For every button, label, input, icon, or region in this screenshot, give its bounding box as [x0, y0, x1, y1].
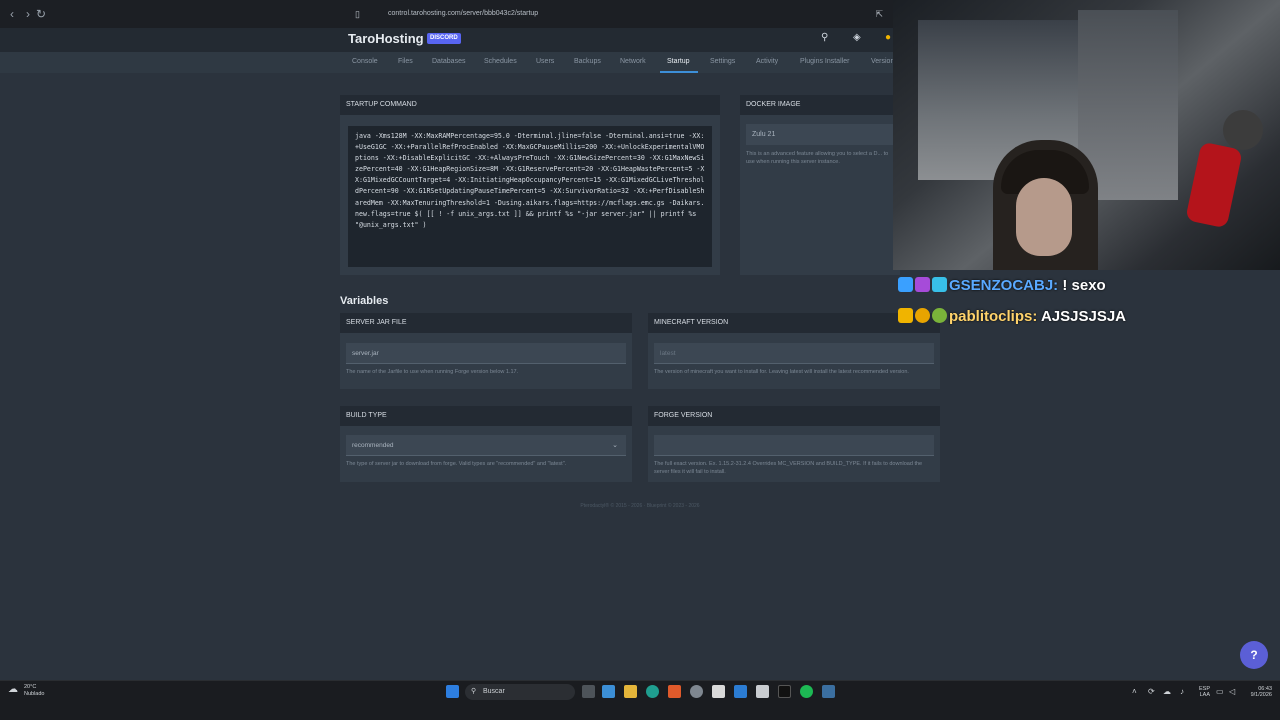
- brave-icon[interactable]: [668, 685, 681, 698]
- tab-files[interactable]: Files: [398, 58, 413, 65]
- tab-schedules[interactable]: Schedules: [484, 58, 517, 65]
- cloud-sync-icon[interactable]: ☁: [1163, 687, 1171, 696]
- avatar[interactable]: ●: [885, 32, 891, 43]
- bookmark-icon[interactable]: ▯: [355, 5, 360, 23]
- tab-console[interactable]: Console: [352, 58, 378, 65]
- server-jar-hint: The name of the Jarfile to use when runn…: [346, 369, 519, 375]
- tab-databases[interactable]: Databases: [432, 58, 465, 65]
- page-footer: Pterodactyl® © 2015 - 2026 · Blueprint ©…: [580, 503, 700, 509]
- edge-icon[interactable]: [646, 685, 659, 698]
- discord-link[interactable]: DISCORD: [427, 33, 461, 44]
- chat-message: GSENZOCABJ: ! sexo: [898, 276, 1106, 296]
- capcut-icon[interactable]: [778, 685, 791, 698]
- startup-command-text[interactable]: java -Xms128M -XX:MaxRAMPercentage=95.0 …: [348, 126, 712, 267]
- share-icon[interactable]: ⇱: [875, 5, 883, 23]
- minecraft-version-heading: MINECRAFT VERSION: [648, 313, 940, 333]
- chat-username: pablitoclips:: [949, 308, 1038, 325]
- crown-badge-icon: [898, 308, 913, 323]
- notepad-icon[interactable]: [756, 685, 769, 698]
- emote-badge-icon: [932, 308, 947, 323]
- clock-date: 9/1/2026: [1250, 692, 1272, 698]
- chat-text: AJSJSJSJA: [1040, 308, 1127, 325]
- file-explorer-icon[interactable]: [624, 685, 637, 698]
- mic-icon[interactable]: ♪: [1180, 687, 1184, 696]
- chevron-up-icon[interactable]: ˄: [1132, 687, 1137, 696]
- build-type-heading: BUILD TYPE: [340, 406, 632, 426]
- number-badge-icon: [915, 308, 930, 323]
- active-tab-indicator: [660, 71, 698, 73]
- cloud-icon: ☁: [8, 684, 18, 695]
- tab-activity[interactable]: Activity: [756, 58, 778, 65]
- minecraft-version-input[interactable]: latest: [654, 343, 934, 364]
- volume-icon[interactable]: ◁: [1229, 687, 1235, 696]
- language-sub: LAA: [1199, 692, 1210, 698]
- webcam-mic-stand: [1223, 110, 1263, 150]
- chevron-down-icon: ⌄: [612, 442, 618, 449]
- build-type-hint: The type of server jar to download from …: [346, 461, 567, 467]
- server-jar-input[interactable]: server.jar: [346, 343, 626, 364]
- chat-username: GSENZOCABJ:: [949, 277, 1059, 294]
- docker-image-heading: DOCKER IMAGE: [740, 95, 900, 115]
- forge-version-heading: FORGE VERSION: [648, 406, 940, 426]
- docker-image-select[interactable]: Zulu 21: [746, 124, 900, 145]
- docker-image-hint: This is an advanced feature allowing you…: [746, 151, 889, 165]
- chat-message: pablitoclips: AJSJSJSJA: [898, 307, 1126, 327]
- tab-settings[interactable]: Settings: [710, 58, 735, 65]
- docker-image-panel: DOCKER IMAGE: [740, 95, 900, 275]
- url-text: control.tarohosting.com/server/bbb043c2/…: [388, 10, 539, 17]
- reload-icon[interactable]: ↻: [33, 6, 49, 22]
- startup-command-heading: STARTUP COMMAND: [340, 95, 720, 115]
- widgets-icon[interactable]: [602, 685, 615, 698]
- task-view-icon[interactable]: [582, 685, 595, 698]
- sync-icon[interactable]: ⟳: [1148, 687, 1155, 696]
- tab-backups[interactable]: Backups: [574, 58, 601, 65]
- weather-widget[interactable]: ☁ 20°C Nublado: [8, 684, 45, 698]
- chat-text: ! sexo: [1062, 277, 1106, 294]
- brand-logo[interactable]: TaroHosting: [348, 31, 424, 46]
- tab-plugins-installer[interactable]: Plugins Installer: [800, 58, 849, 65]
- help-button[interactable]: ?: [1240, 641, 1268, 669]
- webcam-streamer-face: [1016, 178, 1072, 256]
- forge-version-input[interactable]: [654, 435, 934, 456]
- build-type-select[interactable]: recommended ⌄: [346, 435, 626, 456]
- taskbar-search[interactable]: ⚲ Buscar: [465, 684, 575, 700]
- clock[interactable]: 06:43 9/1/2026: [1238, 686, 1272, 698]
- display-icon[interactable]: ▭: [1216, 687, 1224, 696]
- back-icon[interactable]: ‹: [4, 6, 20, 22]
- webcam-overlay: [893, 0, 1280, 270]
- minecraft-version-hint: The version of minecraft you want to ins…: [654, 369, 909, 375]
- tab-version[interactable]: Version: [871, 58, 894, 65]
- steam-icon[interactable]: [822, 685, 835, 698]
- search-icon[interactable]: ⚲: [821, 32, 828, 43]
- build-type-value: recommended: [352, 442, 394, 449]
- windows-taskbar: [0, 680, 1280, 720]
- calendar-icon[interactable]: [712, 685, 725, 698]
- webcam-microphone: [1185, 141, 1243, 229]
- language-indicator[interactable]: ESP LAA: [1196, 686, 1210, 698]
- windows-start-icon[interactable]: [446, 685, 459, 698]
- forge-version-hint: The full exact version. Ex. 1.15.2-31.2.…: [654, 461, 923, 475]
- vscode-icon[interactable]: [734, 685, 747, 698]
- chat-badge-icon: [898, 277, 913, 292]
- chrome-icon[interactable]: [690, 685, 703, 698]
- chat-badge-icon: [932, 277, 947, 292]
- address-bar[interactable]: ▯ control.tarohosting.com/server/bbb043c…: [350, 5, 895, 23]
- taskbar-search-label: Buscar: [483, 688, 505, 695]
- spotify-icon[interactable]: [800, 685, 813, 698]
- tab-startup[interactable]: Startup: [667, 58, 690, 65]
- chat-badge-icon: [915, 277, 930, 292]
- server-jar-heading: SERVER JAR FILE: [340, 313, 632, 333]
- tab-users[interactable]: Users: [536, 58, 554, 65]
- layers-icon[interactable]: ◈: [853, 32, 861, 43]
- tab-network[interactable]: Network: [620, 58, 646, 65]
- search-icon: ⚲: [471, 688, 477, 695]
- variables-title: Variables: [340, 295, 389, 307]
